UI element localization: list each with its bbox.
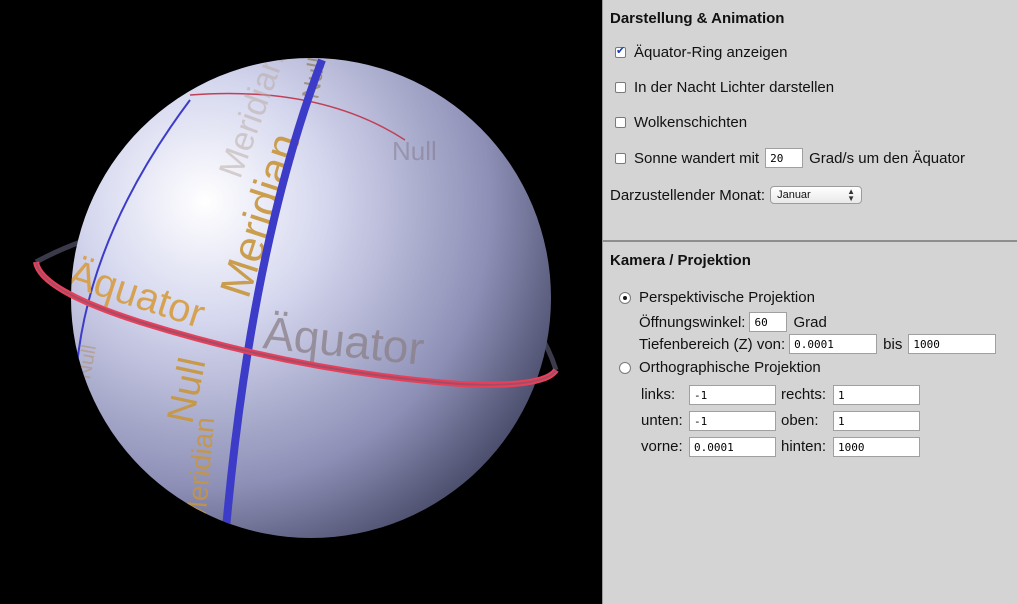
clouds-label: Wolkenschichten — [634, 114, 748, 131]
fov-unit: Grad — [793, 313, 827, 331]
ortho-label: Orthographische Projektion — [639, 359, 821, 376]
sun-option[interactable]: Sonne wandert mit 20 Grad/s um den Äquat… — [615, 148, 965, 168]
perspective-radio[interactable] — [619, 291, 631, 304]
globe-viewport[interactable]: Meridian Äquator Null Meridian Äquator N… — [0, 0, 602, 604]
fov-label: Öffnungswinkel: — [639, 313, 746, 331]
fov-row: Öffnungswinkel: 60 Grad — [639, 312, 827, 332]
ortho-near-input[interactable]: 0.0001 — [689, 437, 776, 457]
ortho-far-label: hinten: — [781, 438, 827, 455]
ortho-top-label: oben: — [781, 412, 819, 429]
section-title-camera: Kamera / Projektion — [610, 252, 751, 269]
ortho-radio[interactable] — [619, 361, 631, 374]
month-option: Darzustellender Monat: Januar ▲ ▼ — [610, 186, 863, 204]
sun-checkbox[interactable] — [615, 152, 626, 164]
depth-row: Tiefenbereich (Z) von: 0.0001 bis 1000 — [639, 334, 997, 354]
perspective-label: Perspektivische Projektion — [639, 289, 815, 306]
month-select-value: Januar — [777, 189, 811, 201]
ortho-left-label: links: — [641, 386, 676, 403]
perspective-option[interactable]: Perspektivische Projektion — [619, 289, 815, 306]
equator-ring-option[interactable]: Äquator-Ring anzeigen — [615, 44, 787, 61]
select-arrows-icon: ▲ ▼ — [847, 187, 856, 203]
globe-label: Null — [392, 136, 437, 166]
ortho-option[interactable]: Orthographische Projektion — [619, 359, 821, 376]
night-lights-option[interactable]: In der Nacht Lichter darstellen — [615, 79, 834, 96]
ortho-right-label: rechts: — [781, 386, 827, 403]
ortho-near-label: vorne: — [641, 438, 683, 455]
section-title-display: Darstellung & Animation — [610, 10, 785, 27]
display-section: Darstellung & Animation Äquator-Ring anz… — [603, 0, 1017, 242]
ortho-far-input[interactable]: 1000 — [833, 437, 920, 457]
night-lights-checkbox[interactable] — [615, 82, 626, 93]
ortho-bottom-input[interactable]: -1 — [689, 411, 776, 431]
sun-label-before: Sonne wandert mit — [634, 149, 760, 167]
ortho-top-input[interactable]: 1 — [833, 411, 920, 431]
month-select[interactable]: Januar ▲ ▼ — [770, 186, 863, 204]
settings-panel: Darstellung & Animation Äquator-Ring anz… — [602, 0, 1017, 604]
clouds-option[interactable]: Wolkenschichten — [615, 114, 747, 131]
clouds-checkbox[interactable] — [615, 117, 626, 128]
ortho-bottom-label: unten: — [641, 412, 683, 429]
depth-label: Tiefenbereich (Z) von: — [639, 335, 786, 353]
depth-from-input[interactable]: 0.0001 — [789, 334, 878, 354]
ortho-left-input[interactable]: -1 — [689, 385, 776, 405]
month-label: Darzustellender Monat: — [610, 186, 766, 204]
sun-label-after: Grad/s um den Äquator — [809, 149, 965, 167]
globe-scene: Meridian Äquator Null Meridian Äquator N… — [33, 58, 559, 538]
equator-ring-checkbox[interactable] — [615, 44, 626, 58]
sun-speed-input[interactable]: 20 — [765, 148, 804, 168]
night-lights-label: In der Nacht Lichter darstellen — [634, 79, 835, 96]
depth-to-input[interactable]: 1000 — [908, 334, 997, 354]
depth-to-label: bis — [883, 335, 903, 353]
ortho-right-input[interactable]: 1 — [833, 385, 920, 405]
equator-ring-label: Äquator-Ring anzeigen — [634, 44, 788, 61]
fov-input[interactable]: 60 — [749, 312, 788, 332]
